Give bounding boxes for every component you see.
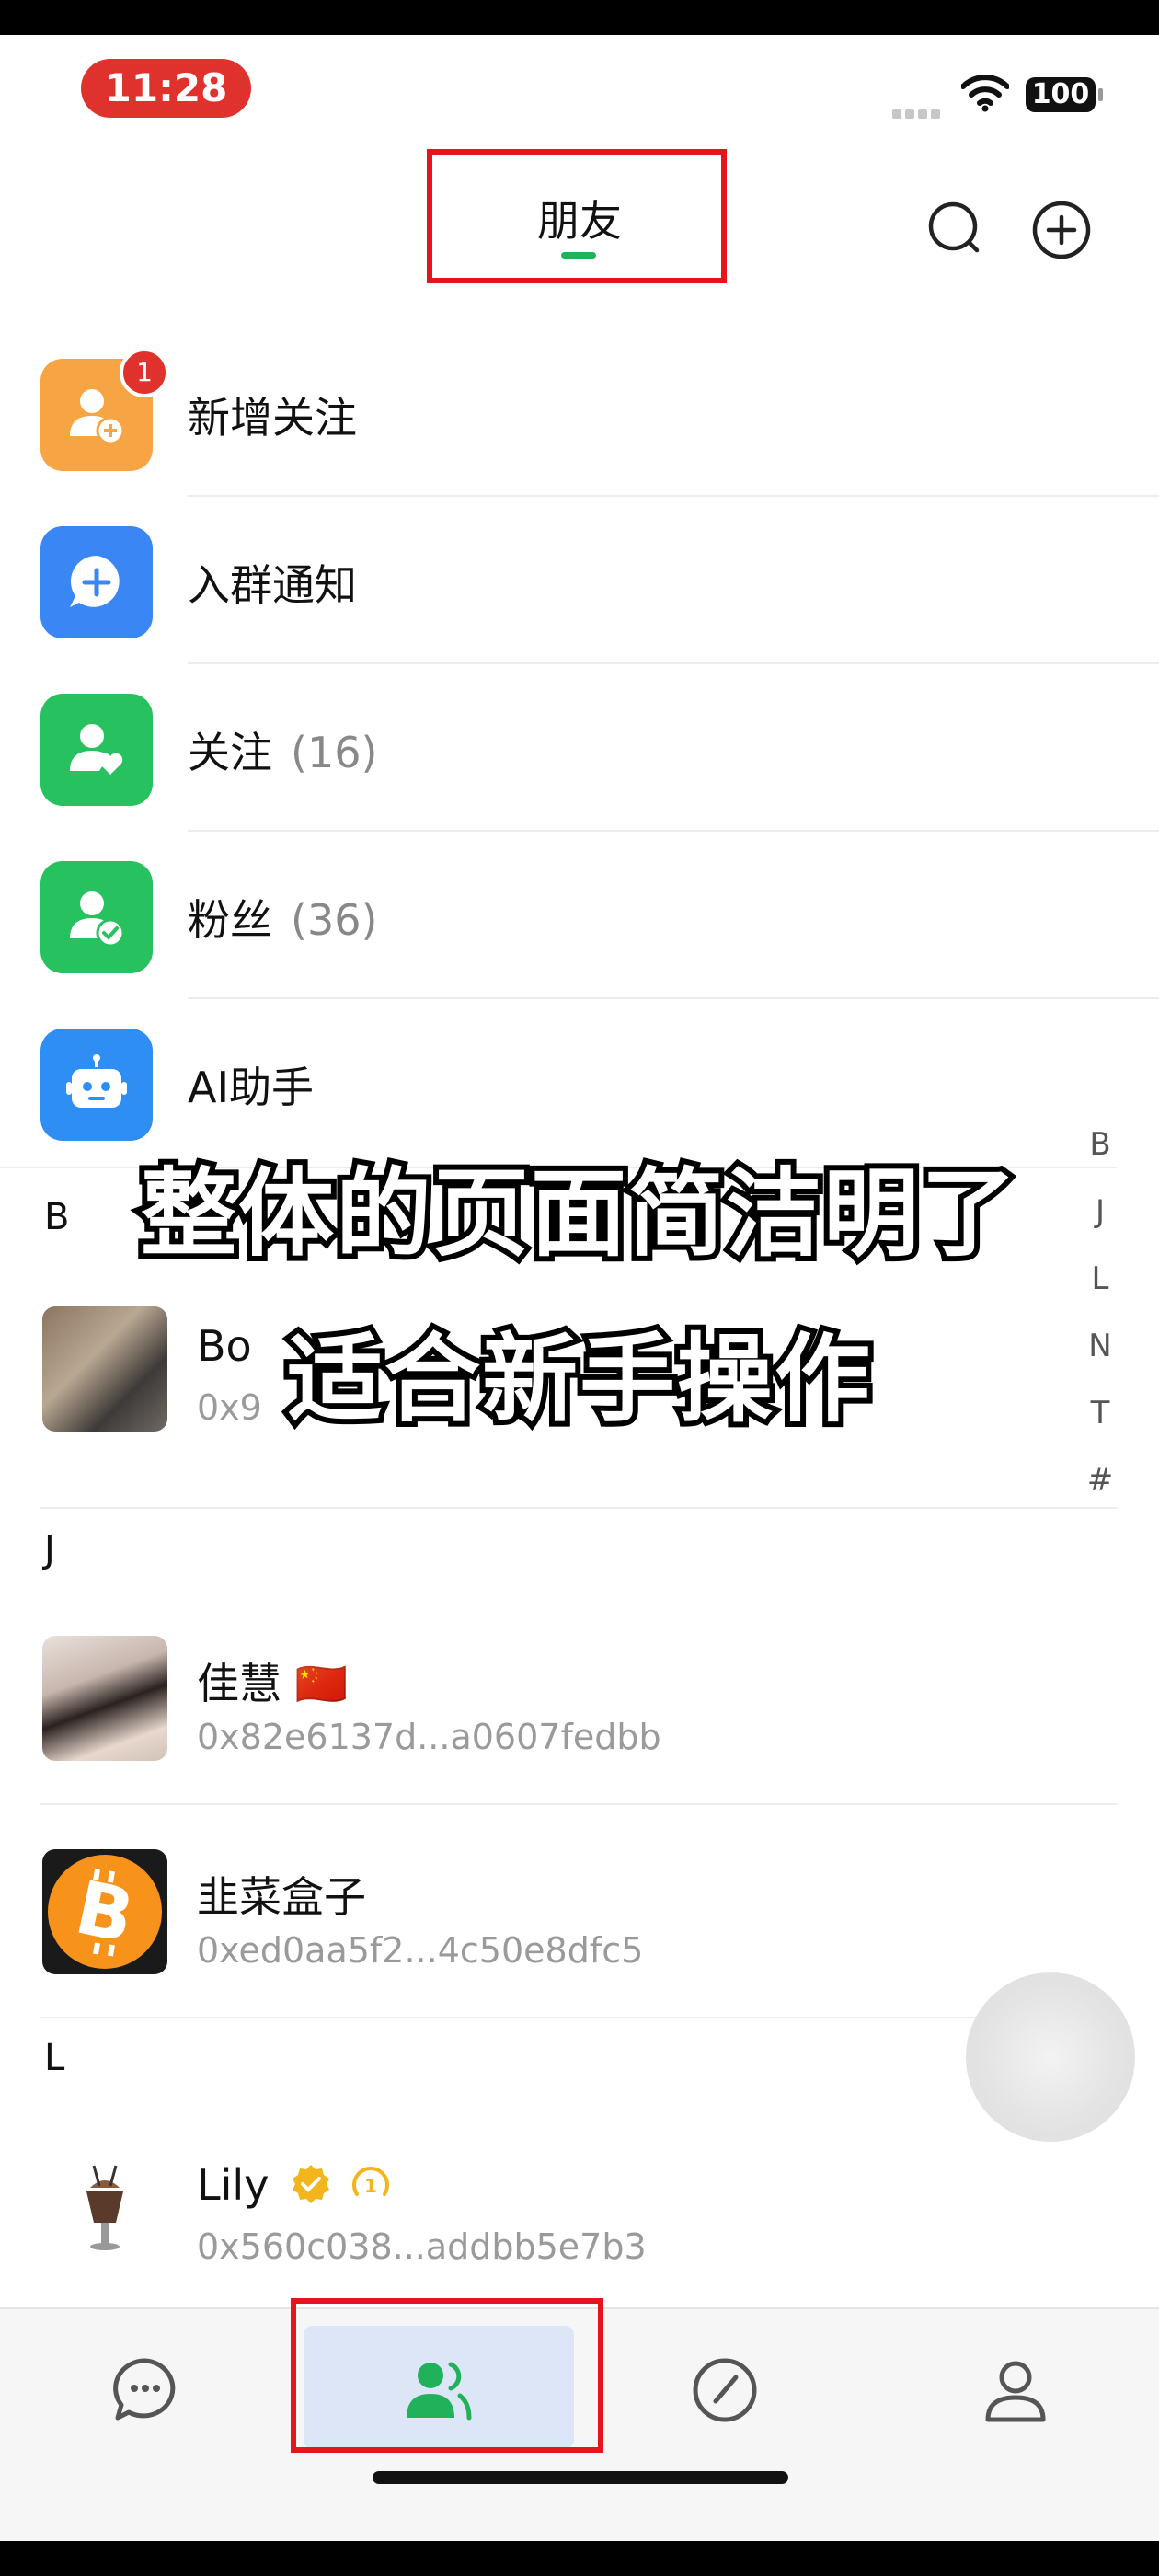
bottom-tab-bar: [0, 2298, 1159, 2541]
app-screen: 11:28 100 朋友 1 新增关注 入群通知 关注 (16) 粉丝 (36)…: [0, 35, 1159, 2541]
section-header-j: J: [44, 1529, 55, 1571]
menu-group-notifications[interactable]: 入群通知: [0, 497, 1159, 664]
contact-name: 佳慧 🇨🇳: [197, 1659, 348, 1708]
contact-address: 0x560c038...addbb5e7b3: [197, 2226, 647, 2267]
menu-label: 新增关注: [188, 393, 357, 443]
status-time: 11:28: [81, 59, 251, 118]
menu-following[interactable]: 关注 (16): [0, 664, 1159, 832]
page-title[interactable]: 朋友: [432, 188, 727, 248]
search-icon[interactable]: [925, 199, 988, 261]
section-header-l: L: [44, 2037, 65, 2079]
cellular-signal-icon: [892, 105, 944, 122]
caption-line-2: 适合新手操作: [281, 1317, 876, 1441]
followers-count: (36): [291, 895, 378, 945]
svg-text:1: 1: [364, 2175, 377, 2197]
robot-icon: [40, 1029, 153, 1141]
avatar: [42, 2145, 167, 2271]
user-check-icon: [40, 861, 153, 973]
divider: [40, 1507, 1117, 1509]
china-flag-icon: 🇨🇳: [294, 1659, 348, 1708]
menu-new-follows[interactable]: 1 新增关注: [0, 329, 1159, 497]
divider: [40, 2017, 1117, 2018]
contact-row-jiahui[interactable]: 佳慧 🇨🇳 0x82e6137d...a0607fedbb: [0, 1599, 1159, 1811]
contact-row-jiucai[interactable]: B 韭菜盒子 0xed0aa5f2...4c50e8dfc5: [0, 1812, 1159, 2024]
bitcoin-avatar-icon: B: [42, 1849, 167, 1974]
title-underline: [561, 252, 596, 259]
discover-icon[interactable]: [688, 2353, 762, 2427]
notification-badge: 1: [120, 348, 169, 397]
menu-label: 粉丝 (36): [188, 895, 378, 945]
wifi-icon: [961, 75, 1009, 112]
following-count: (16): [291, 728, 378, 777]
level-badge-icon: 1: [351, 2167, 389, 2197]
friends-icon[interactable]: [401, 2353, 475, 2427]
floating-assistive-button[interactable]: [966, 1972, 1135, 2142]
contact-name: 韭菜盒子: [197, 1872, 366, 1922]
add-circle-icon[interactable]: [1030, 199, 1093, 261]
menu-label: 入群通知: [188, 560, 357, 610]
menu-followers[interactable]: 粉丝 (36): [0, 832, 1159, 999]
user-heart-icon: [40, 694, 153, 806]
battery-indicator: 100: [1026, 77, 1103, 112]
profile-icon[interactable]: [979, 2353, 1052, 2427]
home-indicator[interactable]: [373, 2471, 788, 2484]
caption-line-1: 整体的页面简洁明了: [135, 1152, 1022, 1275]
contact-row-lily[interactable]: Lily 1 0x560c038...addbb5e7b3: [0, 2109, 1159, 2320]
avatar: [42, 1636, 167, 1761]
verified-badge-icon: [293, 2165, 330, 2203]
contact-address: 0xed0aa5f2...4c50e8dfc5: [197, 1930, 644, 1971]
contact-name: Lily 1: [197, 2160, 392, 2210]
chat-icon[interactable]: [109, 2353, 182, 2427]
index-letter[interactable]: #: [1074, 1462, 1126, 1529]
divider: [40, 1803, 1117, 1805]
chat-plus-icon: [40, 526, 153, 638]
menu-label: AI助手: [188, 1063, 315, 1112]
contact-address: 0x82e6137d...a0607fedbb: [197, 1717, 661, 1757]
menu-label: 关注 (16): [188, 728, 378, 777]
